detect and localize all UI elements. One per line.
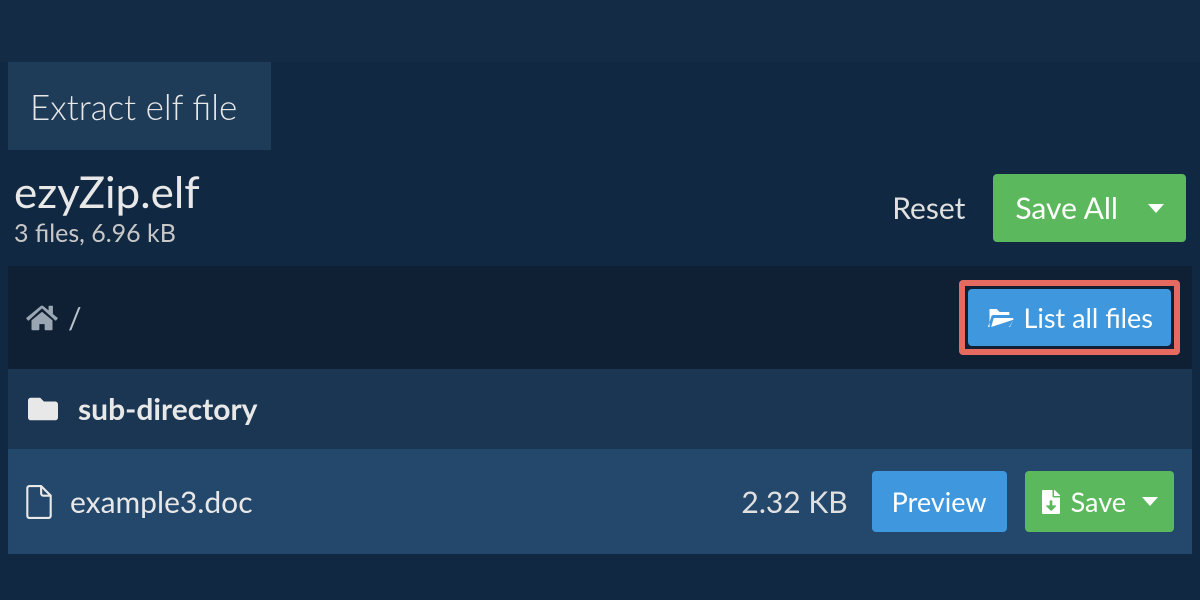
top-bar [0,0,1200,62]
folder-icon [26,394,60,424]
download-icon [1041,490,1061,514]
directory-name: sub-directory [78,391,258,427]
preview-button[interactable]: Preview [872,471,1007,532]
list-all-highlight: List all files [959,280,1180,355]
breadcrumb: / [26,300,82,336]
list-all-label: List all files [1024,301,1153,334]
preview-label: Preview [892,485,987,518]
file-info: ezyZip.elf 3 files, 6.96 kB [14,168,200,248]
save-all-label: Save All [1015,190,1118,226]
file-meta: 3 files, 6.96 kB [14,218,200,248]
tab-label: Extract elf file [30,86,237,128]
caret-down-icon [1142,497,1158,506]
file-row: example3.doc 2.32 KB Preview Save [8,449,1192,554]
breadcrumb-row: / List all files [8,266,1192,369]
reset-link[interactable]: Reset [892,190,965,226]
save-button[interactable]: Save [1025,471,1174,532]
breadcrumb-sep: / [68,300,82,336]
header-actions: Reset Save All [892,174,1186,242]
file-size: 2.32 KB [741,484,847,520]
row-left: sub-directory [26,391,258,427]
save-all-button[interactable]: Save All [993,174,1186,242]
header-row: ezyZip.elf 3 files, 6.96 kB Reset Save A… [0,150,1200,266]
file-title: ezyZip.elf [14,168,200,216]
directory-row[interactable]: sub-directory [8,369,1192,449]
row-right: 2.32 KB Preview Save [741,471,1174,532]
caret-down-icon [1148,204,1164,213]
row-left: example3.doc [26,484,253,520]
file-name: example3.doc [70,484,253,520]
home-icon[interactable] [26,304,58,332]
file-icon [26,485,52,519]
folder-open-icon [986,306,1014,330]
save-label: Save [1071,485,1126,518]
tab-row: Extract elf file [0,62,1200,150]
list-all-button[interactable]: List all files [968,289,1171,346]
tab-extract[interactable]: Extract elf file [8,62,271,150]
